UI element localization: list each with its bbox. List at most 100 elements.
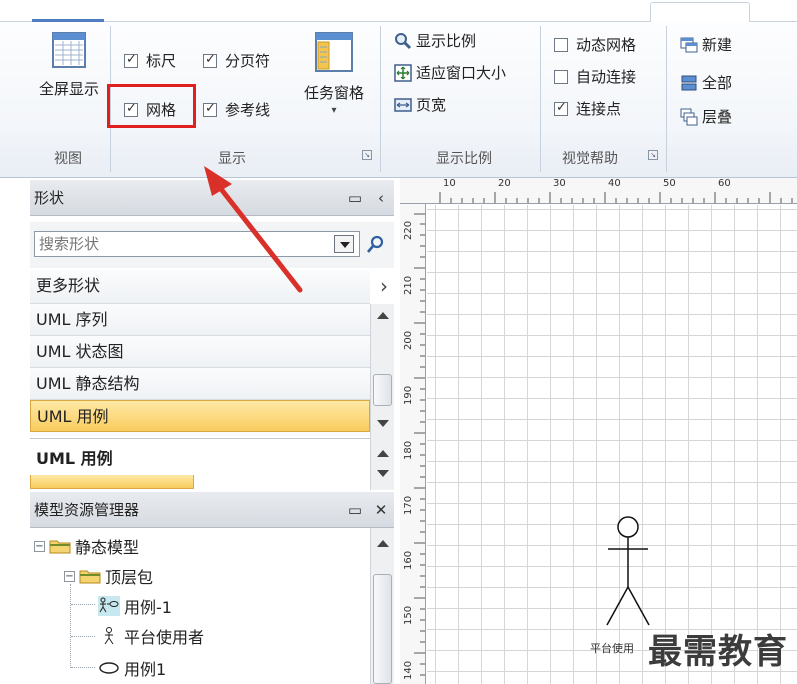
ruler-x-label: 30 — [553, 178, 566, 189]
show-dialog-launcher-icon[interactable]: ↘ — [362, 150, 372, 160]
group-label-view: 视图 — [54, 151, 82, 167]
stencil-item-uml-statechart[interactable]: UML 状态图 — [30, 336, 370, 368]
tree-connector — [71, 604, 95, 605]
stencil-list: 更多形状 UML 序列 UML 状态图 UML 静态结构 UML 用例 — [30, 270, 388, 436]
auto-connect-checkbox[interactable]: 自动连接 — [554, 66, 636, 87]
scroll-up-icon[interactable] — [377, 312, 389, 319]
ruler-y-label: 160 — [403, 550, 414, 570]
guides-label: 参考线 — [225, 101, 271, 119]
tree-item-top-package[interactable]: − 顶层包 — [64, 564, 153, 588]
arrange-all-icon — [681, 75, 697, 90]
task-panes-button[interactable]: 任务窗格 ▾ — [294, 30, 374, 116]
arrange-all-button[interactable]: 全部 — [680, 72, 732, 93]
stencil-list-scrollbar[interactable] — [370, 304, 394, 438]
ribbon: 全屏显示 视图 标尺 分页符 网格 参考线 任务窗格 ▾ 显示 ↘ — [0, 0, 797, 178]
auto-connect-check-icon — [554, 69, 568, 84]
page-width-button[interactable]: 页宽 — [394, 94, 446, 115]
group-divider — [666, 26, 667, 172]
tree-connector — [71, 667, 95, 668]
magnifier-icon — [395, 32, 412, 49]
cascade-icon — [680, 108, 698, 125]
shape-search — [30, 222, 394, 268]
grid-highlight-box — [107, 84, 196, 128]
page-breaks-checkbox[interactable]: 分页符 — [203, 50, 270, 71]
search-dropdown-icon[interactable] — [334, 235, 354, 253]
fit-window-label: 适应窗口大小 — [416, 64, 507, 82]
tree-item-label: 用例1 — [124, 660, 167, 679]
cascade-label: 层叠 — [702, 108, 733, 126]
stencil-item-label: UML 状态图 — [36, 342, 124, 361]
ribbon-tab-strip — [0, 0, 797, 22]
scroll-thumb[interactable] — [373, 574, 392, 684]
scroll-down-icon[interactable] — [377, 420, 389, 427]
stencil-item-uml-sequence[interactable]: UML 序列 — [30, 304, 370, 336]
shape-search-input[interactable] — [34, 231, 360, 257]
task-panes-label: 任务窗格 — [303, 84, 364, 102]
full-screen-icon — [52, 32, 86, 68]
tree-connector — [70, 584, 71, 668]
auto-connect-label: 自动连接 — [576, 68, 637, 86]
tree-item-use-case-1[interactable]: 用例1 — [98, 656, 166, 680]
scroll-down-icon[interactable] — [377, 470, 389, 477]
stencil-item-uml-static-structure[interactable]: UML 静态结构 — [30, 368, 370, 400]
active-stencil-title: UML 用例 — [36, 449, 113, 468]
folder-icon — [49, 540, 71, 554]
ruler-x-label: 60 — [718, 178, 731, 189]
ruler-x-label: 10 — [443, 178, 456, 189]
new-window-button[interactable]: 新建 — [680, 34, 732, 55]
tree-item-label: 平台使用者 — [124, 628, 205, 647]
fit-window-button[interactable]: 适应窗口大小 — [394, 62, 506, 83]
maximize-icon[interactable]: ▭ — [342, 189, 368, 207]
guides-checkbox[interactable]: 参考线 — [203, 99, 270, 120]
collapse-left-icon[interactable]: ‹ — [368, 189, 394, 207]
ruler-checkbox[interactable]: 标尺 — [124, 50, 176, 71]
full-screen-button[interactable]: 全屏显示 — [30, 30, 108, 99]
ruler-y-label: 150 — [403, 605, 414, 625]
zoom-button[interactable]: 显示比例 — [394, 30, 476, 51]
close-icon[interactable]: ✕ — [368, 501, 394, 519]
actor-shape[interactable] — [427, 205, 797, 684]
model-explorer-scrollbar[interactable] — [370, 528, 394, 684]
stencil-item-label: UML 序列 — [36, 310, 108, 329]
search-icon[interactable] — [366, 234, 386, 254]
tree-connector — [71, 636, 95, 637]
scroll-up-icon[interactable] — [377, 540, 389, 547]
cascade-button[interactable]: 层叠 — [680, 106, 732, 127]
ribbon-tab[interactable] — [650, 2, 750, 22]
dynamic-grid-checkbox[interactable]: 动态网格 — [554, 34, 636, 55]
model-explorer-header: 模型资源管理器 ▭ ✕ — [30, 492, 394, 528]
ruler-y-label: 190 — [403, 385, 414, 405]
connection-points-checkbox[interactable]: 连接点 — [554, 98, 621, 119]
collapse-icon[interactable]: − — [34, 540, 45, 552]
visual-aids-dialog-launcher-icon[interactable]: ↘ — [648, 150, 658, 160]
dynamic-grid-check-icon — [554, 37, 568, 52]
full-screen-label: 全屏显示 — [38, 80, 99, 98]
vertical-ruler: 220 210 200 190 180 170 160 150 140 — [400, 204, 426, 684]
collapse-icon[interactable]: − — [64, 570, 75, 582]
tree-item-label: 用例-1 — [124, 598, 172, 617]
stencil-shapes-scrollbar[interactable] — [370, 438, 394, 490]
maximize-icon[interactable]: ▭ — [342, 501, 368, 519]
ruler-y-label: 220 — [403, 220, 414, 240]
task-panes-icon — [315, 32, 353, 72]
new-window-icon — [680, 37, 698, 52]
stencil-item-uml-use-case[interactable]: UML 用例 — [30, 400, 370, 432]
drawing-canvas[interactable] — [427, 205, 797, 684]
stencil-shape-strip — [30, 475, 194, 489]
ruler-x-label: 50 — [663, 178, 676, 189]
tree-item-static-model[interactable]: − 静态模型 — [34, 534, 139, 558]
active-tab-indicator — [32, 19, 104, 22]
ruler-y-label: 170 — [403, 495, 414, 515]
page-width-label: 页宽 — [416, 96, 447, 114]
shapes-pane-title: 形状 — [34, 189, 65, 207]
zoom-label: 显示比例 — [416, 32, 477, 50]
group-divider — [380, 26, 381, 172]
scroll-thumb[interactable] — [373, 374, 392, 406]
tree-item-use-case-diagram[interactable]: 用例-1 — [98, 594, 172, 618]
active-stencil: UML 用例 — [30, 438, 370, 490]
horizontal-ruler: 10 20 30 40 50 60 — [400, 178, 797, 204]
scroll-up-icon[interactable] — [377, 450, 389, 457]
tree-item-platform-user[interactable]: 平台使用者 — [98, 624, 204, 648]
more-shapes-item[interactable]: 更多形状 — [30, 270, 388, 304]
model-explorer-title: 模型资源管理器 — [34, 501, 140, 519]
